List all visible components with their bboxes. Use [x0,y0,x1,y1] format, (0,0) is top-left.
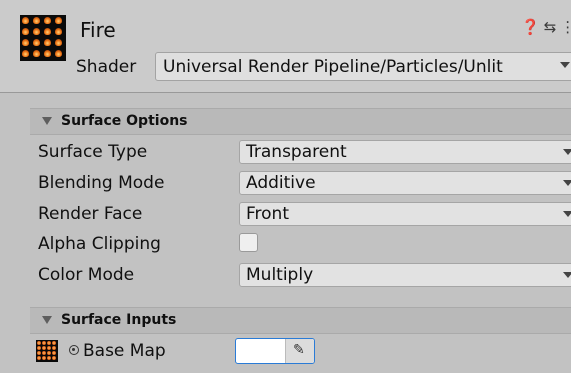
flame-sprite [44,17,51,24]
alpha-clipping-checkbox[interactable] [239,233,258,252]
section-surface-options[interactable]: Surface Options [30,108,571,135]
blending-mode-dropdown[interactable]: Additive [239,171,571,195]
flame-sprite [47,341,51,345]
flame-sprite [47,356,51,360]
section-title: Surface Options [61,113,188,129]
flame-sprite [33,39,40,46]
shader-label: Shader [76,57,137,77]
field-label: Color Mode [38,265,135,285]
color-mode-dropdown[interactable]: Multiply [239,263,571,287]
dropdown-value: Multiply [246,265,314,285]
flame-sprite [33,28,40,35]
dropdown-value: Front [246,204,289,224]
header-icons[interactable]: ❓⇆⋮ [521,18,571,36]
help-icon[interactable]: ❓ [521,18,544,36]
material-header: Fire ❓⇆⋮ Shader Universal Render Pipelin… [0,0,571,92]
flame-sprite [42,346,46,350]
foldout-triangle-icon[interactable] [42,117,52,125]
inspector-body: Surface Options Surface Type Transparent… [0,93,571,373]
flame-sprite [33,17,40,24]
row-blending-mode: Blending Mode Additive [0,168,571,198]
flame-sprite [52,356,56,360]
flame-sprite [47,351,51,355]
flame-sprite [44,50,51,57]
flame-sprite [37,346,41,350]
render-face-dropdown[interactable]: Front [239,202,571,226]
row-surface-type: Surface Type Transparent [0,137,571,167]
material-preview-thumbnail[interactable] [20,15,66,61]
row-render-face: Render Face Front [0,199,571,229]
flame-sprite [52,351,56,355]
shader-value: Universal Render Pipeline/Particles/Unli… [163,57,503,77]
dropdown-value: Transparent [246,142,347,162]
flame-sprite [37,351,41,355]
flame-sprite [55,50,62,57]
shader-dropdown[interactable]: Universal Render Pipeline/Particles/Unli… [155,52,571,81]
row-base-map: Base Map ✎ [0,336,571,366]
flame-sprite [42,351,46,355]
chevron-down-icon [563,211,571,217]
material-name: Fire [80,18,116,42]
flame-sprite [44,28,51,35]
section-surface-inputs[interactable]: Surface Inputs [30,307,571,334]
foldout-triangle-icon[interactable] [42,316,52,324]
chevron-down-icon [563,149,571,155]
flame-sprite [42,356,46,360]
flame-sprite [55,39,62,46]
flame-sprite [22,50,29,57]
chevron-down-icon [563,180,571,186]
flame-sprite [55,28,62,35]
eyedropper-icon: ✎ [293,342,305,358]
flame-sprite [22,28,29,35]
flame-sprite [33,50,40,57]
field-label: Surface Type [38,142,148,162]
base-map-texture-slot[interactable] [36,340,58,362]
chevron-down-icon [563,272,571,278]
base-map-color-field[interactable]: ✎ [235,338,315,364]
flame-sprite [55,17,62,24]
flame-sprite [42,341,46,345]
field-label: Alpha Clipping [38,234,161,254]
row-alpha-clipping: Alpha Clipping [0,229,571,259]
flame-sprite [47,346,51,350]
surface-type-dropdown[interactable]: Transparent [239,140,571,164]
flame-sprite [52,341,56,345]
flame-sprite [22,39,29,46]
row-color-mode: Color Mode Multiply [0,260,571,290]
field-label: Render Face [38,204,143,224]
dropdown-value: Additive [246,173,316,193]
flame-sprite [37,356,41,360]
field-label: Blending Mode [38,173,165,193]
field-label: Base Map [83,341,166,361]
flame-sprite [52,346,56,350]
preset-icon[interactable]: ⇆ [544,18,561,36]
eyedropper-button[interactable]: ✎ [285,339,314,363]
flame-sprite [22,17,29,24]
object-picker-icon[interactable] [69,345,79,355]
menu-icon[interactable]: ⋮ [560,18,571,36]
flame-sprite [37,341,41,345]
section-title: Surface Inputs [61,312,177,328]
flame-sprite [44,39,51,46]
chevron-down-icon [560,62,570,68]
